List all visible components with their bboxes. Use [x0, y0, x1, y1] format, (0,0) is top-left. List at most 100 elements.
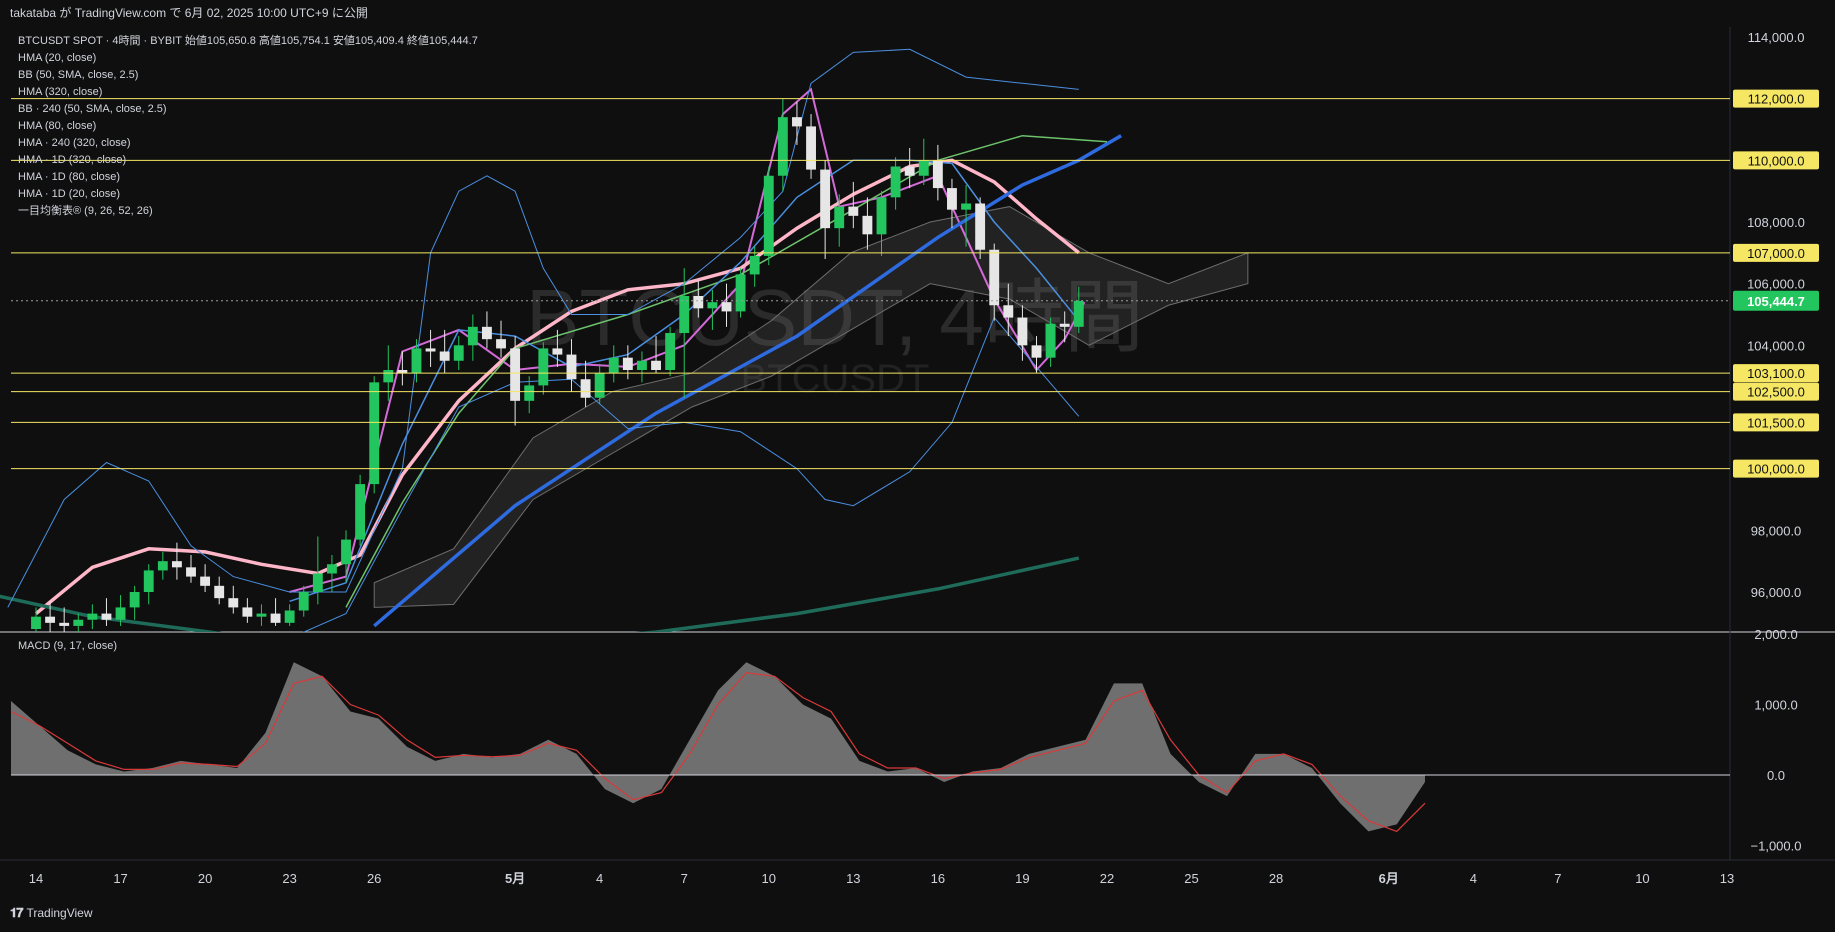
candle-body	[45, 616, 56, 623]
candle-body	[256, 613, 267, 617]
price-level-label: 112,000.0	[1748, 92, 1805, 107]
close-value: 105,444.7	[428, 35, 478, 47]
last-price-label: 105,444.7	[1747, 294, 1805, 309]
high-value: 105,754.1	[280, 35, 330, 47]
candle-body	[341, 539, 351, 565]
macd-tick-label: 2,000.0	[1754, 627, 1797, 642]
time-tick-label: 19	[1015, 871, 1029, 886]
candle-body	[1059, 323, 1070, 327]
footer-brand[interactable]: 𝟏𝟕 TradingView	[10, 905, 93, 921]
indicator-legend-item[interactable]: HMA · 1D (20, close)	[18, 186, 478, 203]
publish-line: takataba が TradingView.com で 6月 02, 2025…	[10, 6, 368, 20]
time-tick-label: 16	[931, 871, 945, 886]
indicator-legend-item[interactable]: HMA (20, close)	[18, 50, 478, 67]
macd-legend[interactable]: MACD (9, 17, close)	[18, 640, 117, 652]
candle-body	[59, 622, 70, 626]
time-tick-label: 4	[596, 871, 603, 886]
low-label: 安値	[332, 35, 355, 47]
indicator-legend-item[interactable]: HMA · 240 (320, close)	[18, 135, 478, 152]
open-value: 105,650.8	[206, 35, 256, 47]
candle-body	[538, 348, 549, 386]
candle-body	[792, 117, 802, 127]
candle-body	[453, 345, 464, 361]
candle-body	[552, 348, 563, 355]
candle-body	[186, 567, 196, 577]
candle-body	[1031, 345, 1042, 358]
candle-body	[622, 357, 633, 370]
indicator-legend-item[interactable]: HMA · 1D (80, close)	[18, 169, 478, 186]
candle-body	[947, 188, 957, 210]
candle-body	[143, 570, 154, 592]
candle-body	[383, 370, 394, 383]
candle-body	[975, 203, 986, 250]
indicator-legend-item[interactable]: 一目均衡表® (9, 26, 52, 26)	[18, 203, 478, 220]
symbol-title[interactable]: BTCUSDT SPOT · 4時間 · BYBIT	[18, 35, 182, 47]
candle-body	[171, 561, 182, 568]
candle-body	[1073, 300, 1084, 327]
candle-body	[862, 215, 873, 235]
time-tick-label: 10	[762, 871, 776, 886]
price-tick-label: 96,000.0	[1751, 585, 1802, 600]
symbol-ohlc-line: BTCUSDT SPOT · 4時間 · BYBIT 始値105,650.8 高…	[18, 33, 478, 50]
tradingview-logo-icon: 𝟏𝟕	[10, 905, 24, 920]
candle-body	[707, 302, 718, 309]
price-level-label: 107,000.0	[1747, 246, 1805, 261]
low-value: 105,409.4	[354, 35, 404, 47]
time-tick-label: 25	[1184, 871, 1198, 886]
price-tick-label: 98,000.0	[1751, 523, 1802, 538]
time-tick-label: 23	[282, 871, 296, 886]
candle-body	[763, 175, 774, 256]
indicator-legend-item[interactable]: BB · 240 (50, SMA, close, 2.5)	[18, 101, 478, 118]
candle-body	[777, 117, 788, 176]
indicator-legend-item[interactable]: HMA (320, close)	[18, 84, 478, 101]
close-label: 終値	[406, 35, 429, 47]
candle-body	[904, 166, 915, 176]
time-tick-label: 22	[1100, 871, 1114, 886]
candle-body	[749, 255, 760, 275]
time-tick-label: 10	[1635, 871, 1649, 886]
candle-body	[932, 160, 943, 189]
candle-body	[665, 333, 676, 370]
macd-tick-label: 0.0	[1767, 768, 1785, 783]
candle-body	[242, 607, 253, 617]
candle-body	[355, 484, 366, 540]
candle-body	[510, 348, 521, 401]
candle-body	[312, 573, 323, 592]
candle-body	[834, 206, 845, 229]
candle-body	[1045, 323, 1056, 358]
candle-body	[594, 373, 605, 398]
high-label: 高値	[258, 35, 281, 47]
price-tick-label: 106,000.0	[1747, 277, 1805, 292]
time-tick-label: 14	[29, 871, 43, 886]
candle-body	[284, 610, 295, 623]
candle-body	[214, 585, 225, 599]
price-level-label: 103,100.0	[1747, 366, 1805, 381]
indicator-legend-item[interactable]: BB (50, SMA, close, 2.5)	[18, 67, 478, 84]
candle-body	[270, 613, 281, 623]
candle-body	[411, 348, 422, 374]
price-tick-label: 108,000.0	[1747, 215, 1805, 230]
price-level-label: 102,500.0	[1747, 385, 1805, 400]
time-tick-label: 7	[681, 871, 688, 886]
candle-body	[735, 274, 746, 312]
candle-body	[806, 126, 816, 170]
time-tick-label: 5月	[505, 871, 525, 886]
indicator-legend-item[interactable]: HMA · 1D (320, close)	[18, 152, 478, 169]
time-tick-label: 6月	[1379, 871, 1399, 886]
candle-body	[566, 354, 577, 380]
chart-legend: BTCUSDT SPOT · 4時間 · BYBIT 始値105,650.8 高…	[18, 33, 478, 220]
price-level-label: 100,000.0	[1747, 462, 1805, 477]
time-tick-label: 28	[1269, 871, 1283, 886]
indicator-legend-item[interactable]: HMA (80, close)	[18, 118, 478, 135]
open-label: 始値	[184, 35, 207, 47]
candle-body	[989, 249, 1000, 306]
candle-body	[721, 302, 732, 312]
macd-tick-label: 1,000.0	[1754, 698, 1797, 713]
candle-body	[482, 326, 492, 340]
time-tick-label: 13	[846, 871, 860, 886]
candle-body	[73, 619, 84, 626]
candle-body	[918, 160, 929, 176]
candle-body	[637, 360, 647, 370]
candle-body	[115, 607, 126, 620]
candle-body	[1003, 305, 1014, 318]
